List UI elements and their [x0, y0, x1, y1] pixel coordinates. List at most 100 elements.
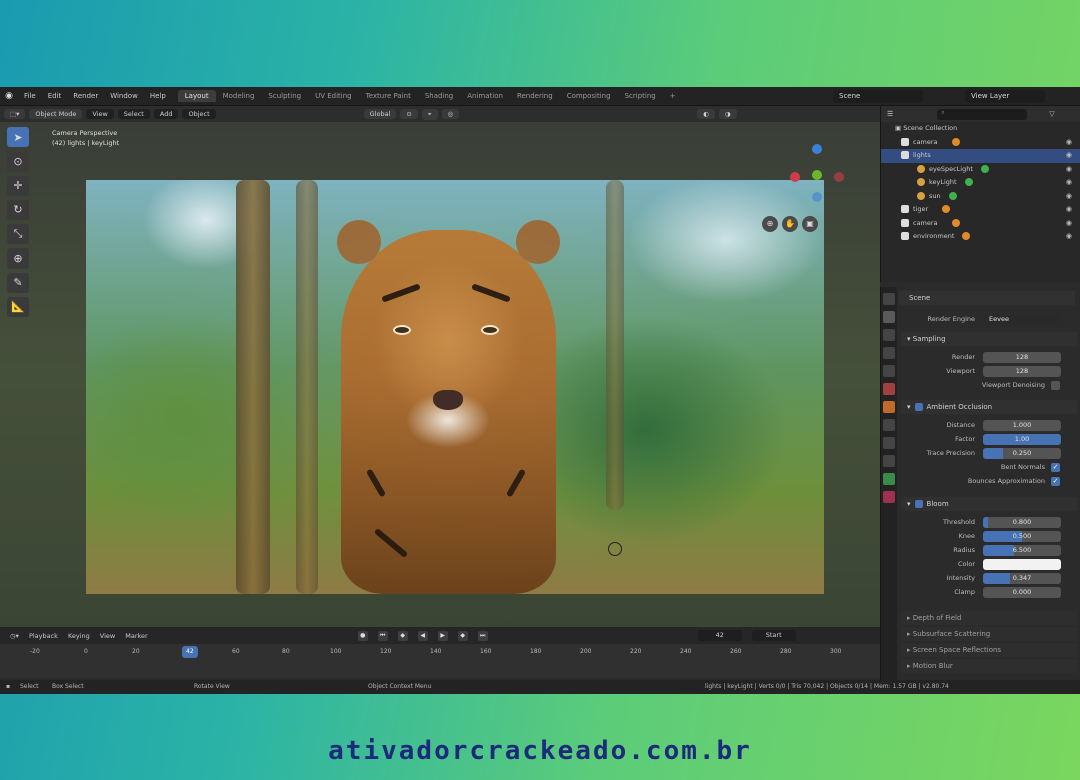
pivot-icon[interactable]: ⊙ — [400, 109, 418, 119]
annotate-tool-icon[interactable]: ✎ — [7, 272, 29, 293]
current-frame-field[interactable]: 42 — [697, 630, 742, 641]
world-tab-icon[interactable] — [883, 383, 895, 395]
eye-icon[interactable]: ◉ — [1066, 190, 1072, 204]
object-menu[interactable]: Object — [182, 109, 216, 119]
view-menu-timeline[interactable]: View — [100, 632, 115, 640]
filter-icon[interactable]: ▽ — [1049, 110, 1054, 118]
tab-shading[interactable]: Shading — [418, 90, 460, 102]
bloom-clamp-field[interactable]: 0.000 — [983, 587, 1061, 598]
scene-selector[interactable]: Scene — [833, 90, 923, 103]
outliner-item-camera[interactable]: camera ◉ — [881, 136, 1080, 150]
ao-factor-slider[interactable]: 1.00 — [983, 434, 1061, 445]
bloom-intensity-slider[interactable]: 0.347 — [983, 573, 1061, 584]
viewport-denoising-checkbox[interactable] — [1051, 381, 1060, 390]
jump-start-icon[interactable]: ⏮ — [377, 630, 388, 641]
tab-modeling[interactable]: Modeling — [216, 90, 262, 102]
timeline-editor-icon[interactable]: ◷▾ — [10, 632, 19, 640]
outliner-type-icon[interactable]: ☰ — [887, 110, 893, 118]
outliner-item-eyespeclight[interactable]: eyeSpecLight ◉ — [881, 163, 1080, 177]
start-frame-field[interactable]: Start — [751, 630, 796, 641]
view-layer-selector[interactable]: View Layer — [965, 90, 1045, 103]
bloom-enable-checkbox[interactable] — [914, 500, 923, 508]
overlay-icon[interactable]: ◑ — [718, 109, 737, 119]
move-tool-icon[interactable]: ✛ — [7, 175, 29, 196]
menu-edit[interactable]: Edit — [42, 92, 68, 100]
material-tab-icon[interactable] — [883, 491, 895, 503]
marker-menu[interactable]: Marker — [125, 632, 147, 640]
outliner-item-sun[interactable]: sun ◉ — [881, 190, 1080, 204]
sss-panel-header[interactable]: ▸ Subsurface Scattering — [901, 627, 1077, 641]
menu-render[interactable]: Render — [67, 92, 104, 100]
timeline-ruler[interactable]: -20 0 20 42 60 80 100 120 140 160 180 20… — [0, 644, 880, 678]
tab-sculpting[interactable]: Sculpting — [261, 90, 308, 102]
bloom-threshold-field[interactable]: 0.800 — [983, 517, 1061, 528]
prev-key-icon[interactable]: ◆ — [397, 630, 408, 641]
output-tab-icon[interactable] — [883, 329, 895, 341]
mode-selector[interactable]: Object Mode — [29, 109, 83, 119]
navigation-gizmo[interactable] — [782, 140, 852, 202]
eye-icon[interactable]: ◉ — [1066, 217, 1072, 231]
play-reverse-icon[interactable]: ◀ — [417, 630, 428, 641]
render-samples-field[interactable]: 128 — [983, 352, 1061, 363]
snap-icon[interactable]: ⌖ — [421, 108, 438, 120]
transform-tool-icon[interactable]: ⊕ — [7, 248, 29, 269]
eye-icon[interactable]: ◉ — [1066, 163, 1072, 177]
play-icon[interactable]: ▶ — [437, 630, 448, 641]
tab-scripting[interactable]: Scripting — [618, 90, 663, 102]
eye-icon[interactable]: ◉ — [1066, 230, 1072, 244]
viewport-samples-field[interactable]: 128 — [983, 366, 1061, 377]
eye-icon[interactable]: ◉ — [1066, 149, 1072, 163]
select-tool-icon[interactable]: ➤ — [7, 127, 29, 148]
tab-texture-paint[interactable]: Texture Paint — [359, 90, 418, 102]
checkbox-icon[interactable] — [901, 151, 909, 159]
render-engine-dropdown[interactable]: Eevee — [983, 314, 1061, 325]
scene-tab-icon[interactable] — [883, 365, 895, 377]
ao-distance-field[interactable]: 1.000 — [983, 420, 1061, 431]
keying-menu[interactable]: Keying — [68, 632, 90, 640]
jump-end-icon[interactable]: ⏭ — [477, 630, 488, 641]
proportional-icon[interactable]: ◎ — [441, 109, 460, 119]
menu-help[interactable]: Help — [144, 92, 172, 100]
outliner-root[interactable]: ▣ Scene Collection — [881, 122, 1080, 136]
bloom-panel-header[interactable]: ▾ Bloom — [901, 497, 1077, 511]
cursor-tool-icon[interactable]: ⊙ — [7, 151, 29, 172]
checkbox-icon[interactable] — [901, 218, 909, 227]
rotate-tool-icon[interactable]: ↻ — [7, 199, 29, 220]
playback-menu[interactable]: Playback — [29, 632, 58, 640]
constraints-tab-icon[interactable] — [883, 473, 895, 485]
eye-icon[interactable]: ◉ — [1066, 136, 1072, 150]
transform-orientation[interactable]: Global — [363, 109, 397, 119]
menu-window[interactable]: Window — [104, 92, 144, 100]
camera-icon[interactable]: ▣ — [802, 216, 818, 232]
bloom-color-swatch[interactable] — [983, 559, 1061, 570]
add-workspace-icon[interactable]: + — [663, 90, 683, 102]
eye-icon[interactable]: ◉ — [1066, 203, 1072, 217]
outliner-item-environment[interactable]: environment ◉ — [881, 230, 1080, 244]
motion-blur-panel-header[interactable]: ▸ Motion Blur — [901, 659, 1077, 673]
outliner-item-tiger[interactable]: tiger ◉ — [881, 203, 1080, 217]
sampling-panel-header[interactable]: ▾ Sampling — [901, 332, 1077, 346]
view-menu[interactable]: View — [86, 109, 114, 119]
viewport-shading-icon[interactable]: ◐ — [697, 109, 715, 119]
outliner-item-keylight[interactable]: keyLight ◉ — [881, 176, 1080, 190]
tab-layout[interactable]: Layout — [177, 90, 216, 102]
3d-viewport[interactable]: Camera Perspective (42) lights | keyLigh… — [0, 122, 880, 627]
editor-type-icon[interactable]: ⬚▾ — [4, 109, 26, 119]
object-tab-icon[interactable] — [883, 401, 895, 413]
menu-file[interactable]: File — [18, 92, 42, 100]
eye-icon[interactable]: ◉ — [1066, 176, 1072, 190]
checkbox-icon[interactable] — [901, 137, 909, 146]
tab-uv-editing[interactable]: UV Editing — [308, 90, 359, 102]
ssr-panel-header[interactable]: ▸ Screen Space Reflections — [901, 643, 1077, 657]
render-tab-icon[interactable] — [883, 311, 895, 323]
playhead[interactable]: 42 — [182, 646, 198, 658]
zoom-icon[interactable]: ⊕ — [762, 216, 778, 232]
bloom-radius-field[interactable]: 6.500 — [983, 545, 1061, 556]
dof-panel-header[interactable]: ▸ Depth of Field — [901, 611, 1077, 625]
checkbox-icon[interactable] — [901, 232, 909, 240]
outliner-item-lights[interactable]: lights ◉ — [881, 149, 1080, 163]
tab-rendering[interactable]: Rendering — [510, 90, 560, 102]
view-layer-tab-icon[interactable] — [883, 347, 895, 359]
next-key-icon[interactable]: ◆ — [457, 630, 468, 641]
outliner-search-input[interactable]: ⌕ — [937, 108, 1028, 120]
